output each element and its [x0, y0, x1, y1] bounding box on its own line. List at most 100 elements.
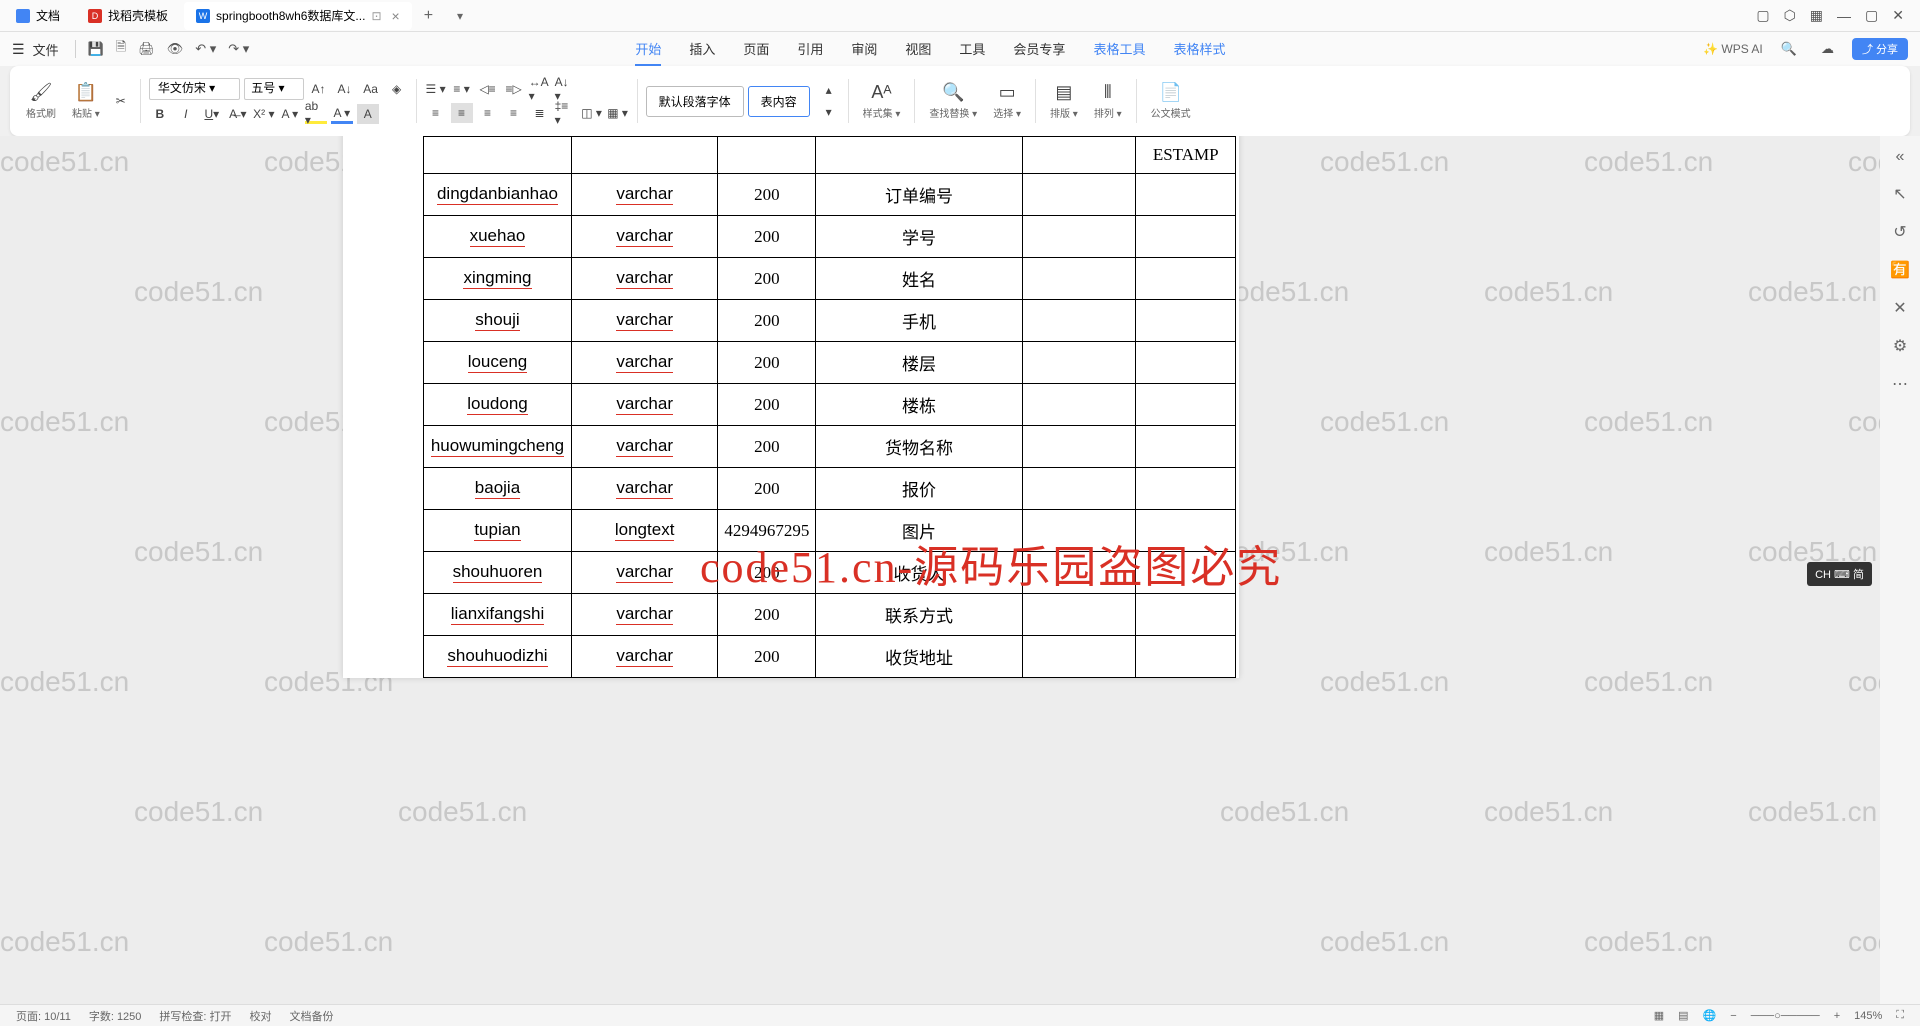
- table-cell[interactable]: varchar: [571, 468, 717, 510]
- pointer-icon[interactable]: ↖: [1893, 184, 1906, 204]
- preview-icon[interactable]: 👁: [161, 41, 190, 57]
- table-cell[interactable]: [1136, 342, 1236, 384]
- table-cell[interactable]: varchar: [571, 342, 717, 384]
- table-cell[interactable]: lianxifangshi: [424, 594, 572, 636]
- table-cell[interactable]: [1136, 174, 1236, 216]
- table-cell[interactable]: [1022, 426, 1136, 468]
- table-cell[interactable]: shouji: [424, 300, 572, 342]
- font-size-select[interactable]: 五号 ▾: [244, 78, 303, 100]
- table-cell[interactable]: 200: [718, 594, 816, 636]
- table-cell[interactable]: shouhuoren: [424, 552, 572, 594]
- menu-tab-member[interactable]: 会员专享: [1013, 33, 1065, 66]
- document-canvas[interactable]: code51.cn code51.cn code51.cn code51.cn …: [0, 136, 1880, 1004]
- table-cell[interactable]: [1136, 510, 1236, 552]
- table-cell[interactable]: xingming: [424, 258, 572, 300]
- table-cell[interactable]: varchar: [571, 258, 717, 300]
- table-row[interactable]: xingmingvarchar200姓名: [424, 258, 1236, 300]
- table-cell[interactable]: 学号: [816, 216, 1022, 258]
- close-icon[interactable]: ×: [392, 8, 400, 24]
- settings-icon[interactable]: ⚙: [1893, 336, 1907, 356]
- table-cell[interactable]: 报价: [816, 468, 1022, 510]
- tab-dropdown[interactable]: ▾: [445, 9, 475, 23]
- char-shading-icon[interactable]: A: [357, 104, 379, 124]
- table-cell[interactable]: 200: [718, 636, 816, 678]
- table-cell[interactable]: varchar: [571, 552, 717, 594]
- align-justify-icon[interactable]: ≡: [503, 103, 525, 123]
- redo-icon[interactable]: ↷ ▾: [222, 41, 255, 57]
- file-menu[interactable]: 文件: [33, 40, 59, 59]
- table-cell[interactable]: varchar: [571, 300, 717, 342]
- table-cell[interactable]: 200: [718, 384, 816, 426]
- table-cell[interactable]: varchar: [571, 174, 717, 216]
- table-row[interactable]: loudongvarchar200楼栋: [424, 384, 1236, 426]
- bold-icon[interactable]: B: [149, 104, 171, 124]
- history-icon[interactable]: ↺: [1893, 222, 1906, 242]
- table-cell[interactable]: 联系方式: [816, 594, 1022, 636]
- table-cell[interactable]: 200: [718, 468, 816, 510]
- close-window-icon[interactable]: ✕: [1892, 7, 1904, 24]
- table-cell[interactable]: [1022, 510, 1136, 552]
- align-center-icon[interactable]: ≡: [451, 103, 473, 123]
- menu-tab-view[interactable]: 视图: [905, 33, 931, 66]
- table-row[interactable]: huowumingchengvarchar200货物名称: [424, 426, 1236, 468]
- tab-doc[interactable]: 文档: [4, 2, 72, 30]
- table-cell[interactable]: 货物名称: [816, 426, 1022, 468]
- print-preview-icon[interactable]: 🗎: [110, 38, 132, 60]
- table-cell[interactable]: dingdanbianhao: [424, 174, 572, 216]
- table-cell[interactable]: [1136, 216, 1236, 258]
- table-cell[interactable]: huowumingcheng: [424, 426, 572, 468]
- italic-icon[interactable]: I: [175, 104, 197, 124]
- hamburger-icon[interactable]: ☰: [12, 41, 25, 58]
- minimize-icon[interactable]: —: [1837, 8, 1851, 24]
- shading-icon[interactable]: ◫ ▾: [581, 103, 603, 123]
- status-page[interactable]: 页面: 10/11: [16, 1008, 71, 1024]
- char-spacing-icon[interactable]: ↔A ▾: [529, 79, 551, 99]
- table-cell[interactable]: 200: [718, 300, 816, 342]
- align-right-icon[interactable]: ≡: [477, 103, 499, 123]
- align-left-icon[interactable]: ≡: [425, 103, 447, 123]
- share-button[interactable]: ⤴ 分享: [1852, 38, 1908, 60]
- style-down-icon[interactable]: ▾: [818, 102, 840, 122]
- table-cell[interactable]: [1022, 300, 1136, 342]
- table-cell[interactable]: [1136, 258, 1236, 300]
- menu-tab-tools[interactable]: 工具: [959, 33, 985, 66]
- table-row[interactable]: shoujivarchar200手机: [424, 300, 1236, 342]
- table-row[interactable]: loucengvarchar200楼层: [424, 342, 1236, 384]
- underline-icon[interactable]: U ▾: [201, 104, 223, 124]
- maximize-icon[interactable]: ▢: [1865, 7, 1878, 24]
- sort-icon[interactable]: A↓ ▾: [555, 79, 577, 99]
- table-cell[interactable]: [1136, 300, 1236, 342]
- zoom-slider[interactable]: ───○─────: [1751, 1010, 1820, 1022]
- table-row[interactable]: xuehaovarchar200学号: [424, 216, 1236, 258]
- table-cell[interactable]: [1022, 636, 1136, 678]
- table-cell[interactable]: louceng: [424, 342, 572, 384]
- cube-icon[interactable]: ⬡: [1784, 7, 1796, 24]
- table-cell[interactable]: [1022, 342, 1136, 384]
- formula-mode-group[interactable]: 📄 公文模式: [1145, 82, 1197, 120]
- tab-active-doc[interactable]: W springbooth8wh6数据库文... ⊡ ×: [184, 2, 412, 30]
- table-cell[interactable]: varchar: [571, 426, 717, 468]
- table-cell[interactable]: 4294967295: [718, 510, 816, 552]
- search-icon[interactable]: 🔍: [1775, 41, 1803, 57]
- bullets-icon[interactable]: ☰ ▾: [425, 79, 447, 99]
- select-group[interactable]: ▭ 选择 ▾: [987, 82, 1027, 120]
- change-case-icon[interactable]: Aa: [360, 79, 382, 99]
- table-cell[interactable]: [1136, 552, 1236, 594]
- table-cell[interactable]: [1022, 174, 1136, 216]
- table-row[interactable]: shouhuodizhivarchar200收货地址: [424, 636, 1236, 678]
- cut-icon[interactable]: ✂: [110, 91, 132, 111]
- menu-tab-start[interactable]: 开始: [635, 33, 661, 66]
- table-row[interactable]: baojiavarchar200报价: [424, 468, 1236, 510]
- menu-tab-table-style[interactable]: 表格样式: [1173, 33, 1225, 66]
- table-cell[interactable]: 200: [718, 258, 816, 300]
- superscript-icon[interactable]: X² ▾: [253, 104, 275, 124]
- zoom-in-icon[interactable]: +: [1834, 1010, 1840, 1022]
- paste-group[interactable]: 📋 粘贴 ▾: [66, 82, 106, 120]
- find-replace-group[interactable]: 🔍 查找替换 ▾: [923, 82, 983, 120]
- more-icon[interactable]: ⋯: [1892, 374, 1908, 394]
- view-outline-icon[interactable]: ▤: [1678, 1009, 1688, 1022]
- style-default-para[interactable]: 默认段落字体: [646, 86, 744, 117]
- clear-format-icon[interactable]: ◈: [386, 79, 408, 99]
- cloud-icon[interactable]: ☁: [1815, 41, 1840, 57]
- translate-icon[interactable]: 🈶: [1890, 260, 1910, 280]
